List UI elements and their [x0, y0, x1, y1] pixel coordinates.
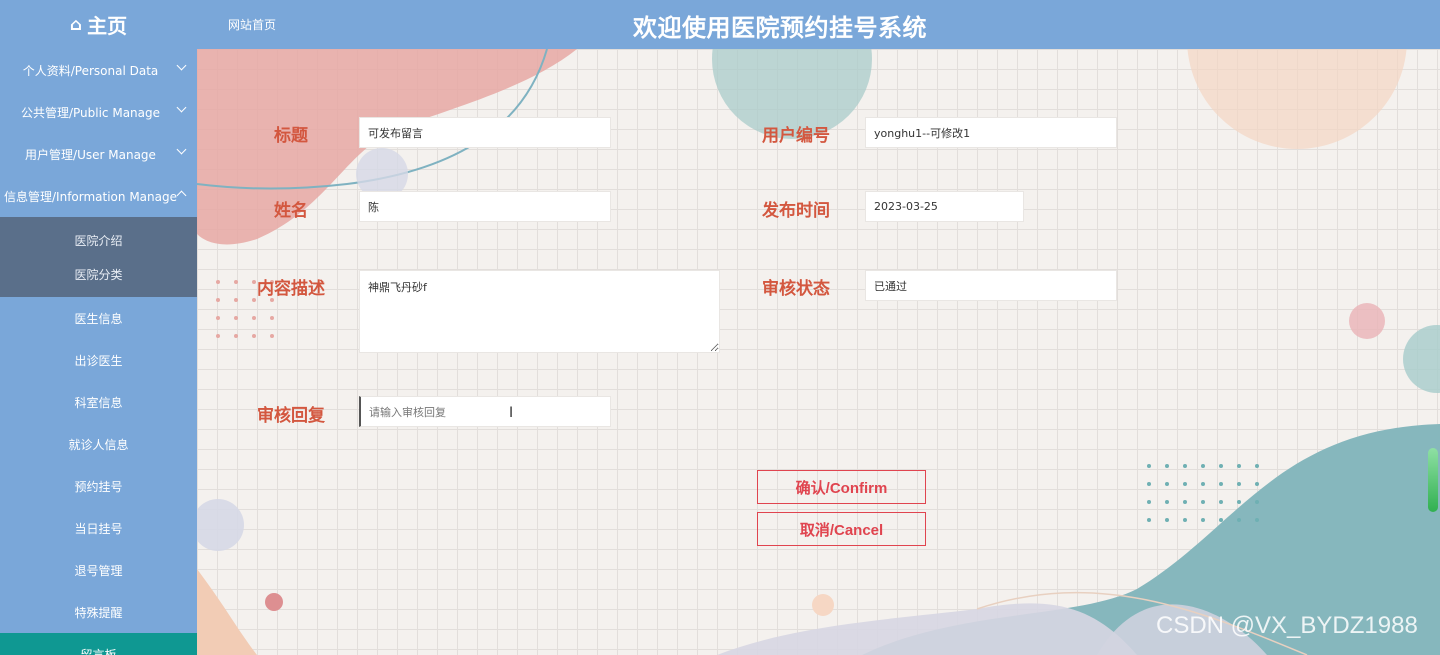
content-label: 内容描述	[257, 279, 325, 299]
name-input[interactable]: 陈	[359, 191, 611, 222]
reply-input[interactable]: 请输入审核回复	[359, 396, 611, 427]
sidebar: 个人资料/Personal Data 公共管理/Public Manage 用户…	[0, 49, 197, 655]
sidebar-item-label: 特殊提醒	[74, 605, 123, 620]
chevron-up-icon	[176, 190, 187, 201]
sidebar-item-information-manage[interactable]: 信息管理/Information Manage	[0, 175, 197, 217]
sidebar-item-doctor-info[interactable]: 医生信息	[0, 297, 197, 339]
title-label: 标题	[274, 126, 308, 146]
sidebar-item-label: 留言板	[80, 647, 117, 655]
reply-label: 审核回复	[257, 406, 325, 426]
sidebar-subitem-hospital-category[interactable]: 医院分类	[0, 257, 197, 291]
sidebar-item-patient-info[interactable]: 就诊人信息	[0, 423, 197, 465]
sidebar-item-label: 当日挂号	[74, 521, 123, 536]
sidebar-item-user-manage[interactable]: 用户管理/User Manage	[0, 133, 197, 175]
content-textarea[interactable]: 神鼎飞丹砂f	[359, 270, 720, 353]
publish-time-label: 发布时间	[762, 201, 830, 221]
top-bar: ⌂ 主页 网站首页 欢迎使用医院预约挂号系统	[0, 0, 1440, 49]
sidebar-item-label: 预约挂号	[74, 479, 123, 494]
sidebar-item-appointment[interactable]: 预约挂号	[0, 465, 197, 507]
sidebar-item-label: 就诊人信息	[68, 437, 129, 452]
confirm-button[interactable]: 确认/Confirm	[757, 470, 926, 504]
user-id-input[interactable]: yonghu1--可修改1	[865, 117, 1117, 148]
scrollbar-thumb[interactable]	[1428, 448, 1438, 512]
sidebar-item-cancellation[interactable]: 退号管理	[0, 549, 197, 591]
watermark: CSDN @VX_BYDZ1988	[1156, 612, 1418, 639]
name-label: 姓名	[274, 201, 308, 221]
sidebar-item-label: 科室信息	[74, 395, 123, 410]
sidebar-item-label: 公共管理/Public Manage	[20, 105, 161, 120]
sidebar-item-label: 信息管理/Information Manage	[4, 189, 177, 204]
user-id-label: 用户编号	[762, 126, 830, 146]
title-input[interactable]: 可发布留言	[359, 117, 611, 148]
status-label: 审核状态	[762, 279, 830, 299]
publish-time-input[interactable]: 2023-03-25	[865, 191, 1024, 222]
sidebar-item-same-day[interactable]: 当日挂号	[0, 507, 197, 549]
sidebar-item-personal-data[interactable]: 个人资料/Personal Data	[0, 49, 197, 91]
sidebar-item-special-reminder[interactable]: 特殊提醒	[0, 591, 197, 633]
decorative-dots-right	[1147, 464, 1259, 522]
sidebar-item-department-info[interactable]: 科室信息	[0, 381, 197, 423]
page-title: 欢迎使用医院预约挂号系统	[633, 14, 927, 42]
sidebar-item-visiting-doctor[interactable]: 出诊医生	[0, 339, 197, 381]
status-input[interactable]: 已通过	[865, 270, 1117, 301]
chevron-down-icon	[176, 144, 187, 155]
sidebar-item-label: 退号管理	[74, 563, 123, 578]
sidebar-item-public-manage[interactable]: 公共管理/Public Manage	[0, 91, 197, 133]
cancel-button[interactable]: 取消/Cancel	[757, 512, 926, 546]
sidebar-submenu: 医院介绍 医院分类	[0, 217, 197, 297]
text-cursor-icon: I	[509, 405, 514, 421]
sidebar-subitem-hospital-intro[interactable]: 医院介绍	[0, 223, 197, 257]
chevron-down-icon	[176, 102, 187, 113]
sidebar-item-label: 用户管理/User Manage	[25, 147, 156, 162]
sidebar-item-message-board[interactable]: 留言板	[0, 633, 197, 655]
sidebar-item-label: 医生信息	[74, 311, 123, 326]
chevron-down-icon	[176, 60, 187, 71]
sidebar-item-label: 出诊医生	[74, 353, 123, 368]
sidebar-item-label: 个人资料/Personal Data	[22, 63, 159, 78]
reply-placeholder: 请输入审核回复	[369, 405, 446, 419]
